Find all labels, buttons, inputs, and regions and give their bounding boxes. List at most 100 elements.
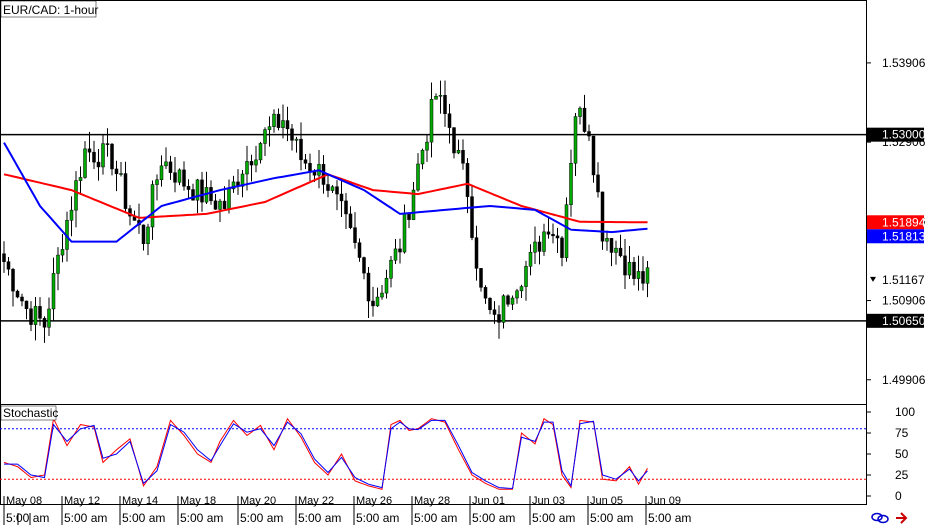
date-label: May 12 — [64, 495, 100, 507]
moving-average-line — [3, 173, 648, 224]
candle-body — [105, 143, 110, 145]
candle-body — [339, 193, 344, 202]
time-label: 5:00 am — [6, 511, 49, 525]
candle-body — [119, 173, 123, 175]
candle-body — [605, 238, 609, 242]
candle-body — [11, 268, 15, 292]
candle-body — [24, 300, 29, 310]
candle-body — [141, 224, 146, 244]
time-label: 5:00 am — [648, 511, 691, 525]
candle-body — [501, 295, 506, 323]
candle-body — [447, 113, 452, 128]
candle-body — [533, 241, 537, 253]
candle-body — [101, 143, 105, 168]
candle-body — [299, 138, 303, 161]
candle-body — [596, 174, 600, 193]
candle-body — [578, 107, 582, 117]
candle-body — [600, 191, 605, 242]
stoch-tick-label: 50 — [895, 447, 909, 461]
candle-body — [182, 169, 186, 187]
candle-body — [402, 212, 407, 253]
candle-body — [245, 161, 249, 175]
candle-body — [623, 255, 627, 276]
candle-body — [573, 116, 578, 164]
candle-body — [33, 306, 38, 325]
candle-body — [506, 295, 510, 305]
candle-body — [569, 163, 573, 205]
date-label: May 20 — [240, 495, 276, 507]
candle-body — [497, 314, 501, 323]
chart-canvas: 1.539061.529061.519061.509061.499061.530… — [0, 0, 925, 525]
stoch-tick-label: 100 — [895, 405, 915, 419]
candle-body — [227, 188, 231, 209]
candle-body — [560, 237, 564, 258]
candle-body — [159, 165, 164, 180]
candle-body — [483, 287, 488, 299]
candle-body — [641, 271, 645, 284]
candle-body — [452, 127, 456, 154]
candle-body — [114, 168, 119, 175]
candle-body — [330, 186, 335, 191]
candle-body — [29, 308, 33, 325]
candle-body — [150, 184, 155, 228]
candle-body — [398, 248, 402, 253]
date-label: May 18 — [180, 495, 216, 507]
candle-body — [591, 135, 596, 176]
candle-body — [20, 296, 24, 302]
candle-body — [294, 138, 299, 141]
candle-body — [470, 196, 474, 238]
time-label: 5:00 am — [590, 511, 633, 525]
candle-body — [366, 272, 371, 302]
candle-body — [618, 247, 623, 257]
candle-body — [537, 241, 542, 252]
candle-body — [213, 200, 218, 210]
candle-body — [375, 296, 380, 307]
candle-body — [348, 213, 353, 228]
candle-body — [551, 233, 555, 237]
candle-body — [456, 150, 461, 154]
candle-body — [303, 159, 308, 164]
candle-body — [443, 95, 447, 115]
candle-body — [488, 297, 492, 311]
candle-body — [47, 308, 51, 328]
candle-body — [636, 271, 641, 279]
candle-body — [285, 120, 290, 130]
time-label: 5:00 am — [356, 511, 399, 525]
stoch-tick-label: 25 — [895, 468, 909, 482]
candle-body — [582, 107, 587, 132]
date-label: May 22 — [298, 495, 334, 507]
candle-body — [267, 126, 272, 130]
date-label: May 08 — [6, 495, 42, 507]
candle-body — [515, 290, 519, 299]
candle-body — [123, 173, 128, 209]
candle-body — [461, 150, 465, 164]
candle-body — [627, 261, 632, 276]
candle-body — [465, 163, 470, 197]
candle-body — [425, 141, 429, 151]
stochastic-title: Stochastic — [3, 406, 58, 420]
candle-body — [92, 151, 96, 163]
date-label: May 14 — [122, 495, 158, 507]
price-tick-label: 1.50906 — [882, 294, 925, 308]
candle-body — [60, 249, 65, 256]
candle-body — [2, 253, 6, 262]
candle-body — [78, 177, 83, 181]
candle-body — [254, 159, 258, 166]
candle-body — [42, 318, 47, 328]
candle-body — [177, 169, 182, 183]
candle-body — [474, 237, 479, 269]
candle-body — [510, 297, 515, 305]
candle-body — [420, 149, 425, 165]
level-label: 1.53000 — [882, 128, 925, 142]
candle-body — [168, 161, 173, 173]
date-label: Jun 05 — [590, 495, 623, 507]
candle-body — [249, 161, 254, 166]
candle-body — [429, 99, 434, 143]
candle-body — [609, 238, 614, 253]
candle-body — [263, 129, 267, 144]
candle-body — [222, 200, 227, 209]
candle-body — [200, 179, 204, 203]
candle-body — [69, 209, 74, 221]
time-label: 5:00 am — [472, 511, 515, 525]
candle-body — [146, 226, 150, 244]
